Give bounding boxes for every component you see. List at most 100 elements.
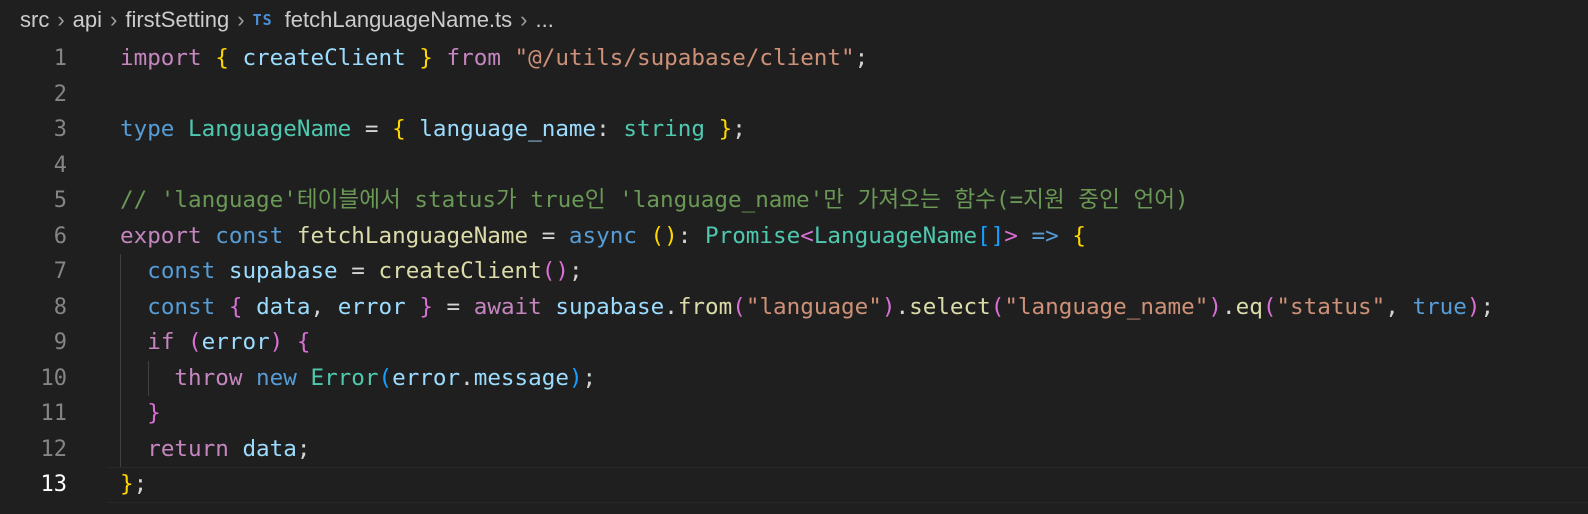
code-token: from <box>446 45 501 71</box>
breadcrumb-item-api[interactable]: api <box>73 7 102 33</box>
code-token: "language" <box>745 293 882 320</box>
code-token: throw <box>174 364 243 391</box>
code-token: return <box>147 435 229 462</box>
code-line[interactable]: 1 import { createClient } from "@/utils/s… <box>0 41 1588 77</box>
line-number: 13 <box>40 472 68 497</box>
code-token: LanguageName <box>188 116 352 142</box>
code-token: ; <box>854 45 869 71</box>
code-token: ; <box>296 435 311 462</box>
code-token: "@/utils/supabase/client" <box>514 45 855 71</box>
code-token: message <box>473 364 569 391</box>
code-token: = <box>432 293 474 320</box>
code-token: import <box>120 45 202 71</box>
chevron-right-icon: › <box>57 7 65 32</box>
code-token: < <box>800 222 814 249</box>
typescript-file-icon: TS <box>252 11 273 29</box>
code-line[interactable]: 3 type LanguageName = { language_name: st… <box>0 112 1588 148</box>
chevron-right-icon: › <box>110 7 118 32</box>
code-token: . <box>664 293 678 320</box>
code-token: ( <box>732 293 746 320</box>
code-token: supabase <box>555 293 665 320</box>
code-text: throw new Error(error.message); <box>120 361 596 397</box>
code-token: ( <box>188 329 202 355</box>
code-token: . <box>460 364 474 391</box>
line-number: 1 <box>53 46 67 71</box>
code-token: [] <box>977 222 1005 249</box>
code-token: createClient <box>242 45 406 71</box>
indent-guide <box>120 254 121 467</box>
code-token: . <box>895 293 910 320</box>
code-token: supabase <box>228 258 338 284</box>
breadcrumb-item-firstsetting[interactable]: firstSetting <box>125 7 229 33</box>
code-token: ) <box>1466 293 1481 320</box>
code-token: async <box>568 222 637 249</box>
code-token: ( <box>378 364 393 391</box>
code-line[interactable]: 10 throw new Error(error.message); <box>0 361 1588 397</box>
line-number: 3 <box>53 117 67 142</box>
code-token: ) <box>881 293 896 320</box>
code-line[interactable]: 7 const supabase = createClient(); <box>0 254 1588 290</box>
indent-guide <box>148 360 149 396</box>
line-number: 4 <box>53 152 67 178</box>
code-token: const <box>147 258 216 284</box>
code-token: } <box>120 471 134 497</box>
code-line[interactable]: 2 <box>0 77 1588 113</box>
code-token: > <box>1004 222 1018 249</box>
code-token: ( <box>990 293 1005 320</box>
code-token: const <box>147 293 216 320</box>
code-line[interactable]: 9 if (error) { <box>0 325 1588 361</box>
chevron-right-icon: › <box>237 7 245 32</box>
code-token: { <box>228 293 243 320</box>
code-text: export const fetchLanguageName = async (… <box>120 219 1086 255</box>
code-token: } <box>147 400 161 426</box>
line-number: 9 <box>53 330 67 355</box>
code-editor[interactable]: 1 import { createClient } from "@/utils/s… <box>0 41 1588 503</box>
code-token: error <box>392 364 461 391</box>
code-token: () <box>650 222 678 249</box>
code-token: string <box>623 116 705 142</box>
line-number: 6 <box>53 223 67 249</box>
breadcrumb-item-symbols[interactable]: ... <box>536 7 554 33</box>
code-text: const { data, error } = await supabase.f… <box>120 290 1494 326</box>
code-line[interactable]: 12 return data; <box>0 432 1588 468</box>
code-token: } <box>419 293 433 320</box>
line-number: 12 <box>40 436 68 462</box>
code-token: { <box>1072 222 1086 249</box>
code-token: , <box>1385 293 1413 320</box>
code-line[interactable]: 5 // 'language'테이블에서 status가 true인 'langu… <box>0 183 1588 219</box>
code-line[interactable]: 8 const { data, error } = await supabase… <box>0 290 1588 326</box>
code-line[interactable]: 13}; <box>0 467 1588 503</box>
code-line[interactable]: 6 export const fetchLanguageName = async … <box>0 219 1588 255</box>
code-token: : <box>677 222 705 249</box>
code-text: import { createClient } from "@/utils/su… <box>120 41 868 77</box>
line-number: 7 <box>53 259 67 284</box>
code-token: => <box>1031 222 1059 249</box>
breadcrumb-item-file[interactable]: fetchLanguageName.ts <box>285 7 513 33</box>
chevron-right-icon: › <box>520 7 528 32</box>
code-line[interactable]: 4 <box>0 148 1588 184</box>
code-token: await <box>473 293 542 320</box>
breadcrumb-item-src[interactable]: src <box>20 7 49 33</box>
code-token: error <box>201 329 270 355</box>
code-token: : <box>596 116 624 142</box>
code-line[interactable]: 11 } <box>0 396 1588 432</box>
line-number: 10 <box>40 365 68 391</box>
line-number: 11 <box>40 401 68 426</box>
code-token: , <box>310 293 338 320</box>
code-token: const <box>215 222 284 249</box>
